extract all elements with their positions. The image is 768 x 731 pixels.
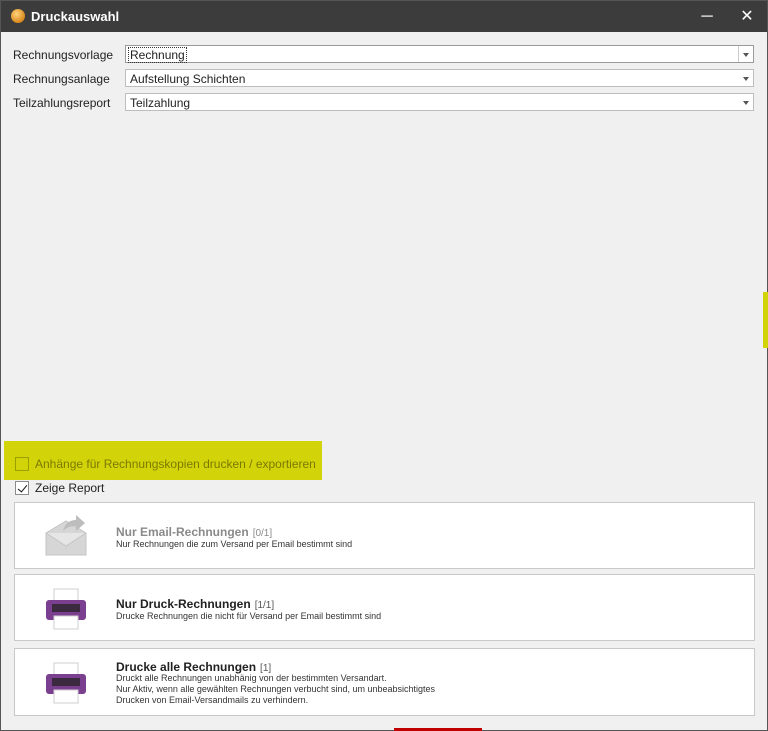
print-invoices-title: Nur Druck-Rechnungen [1/1] bbox=[116, 597, 275, 611]
scroll-accent bbox=[763, 292, 768, 348]
email-invoices-count: [0/1] bbox=[252, 528, 273, 539]
print-selection-dialog: Druckauswahl ─ ✕ Rechnungsvorlage Rechnu… bbox=[0, 0, 768, 731]
print-all-invoices-description: Druckt alle Rechnungen unabhänig von der… bbox=[116, 673, 436, 705]
invoice-attachment-value: Aufstellung Schichten bbox=[130, 72, 246, 86]
print-all-invoices-title: Drucke alle Rechnungen [1] bbox=[116, 660, 272, 674]
app-logo-icon bbox=[11, 9, 25, 23]
email-send-icon bbox=[45, 515, 87, 556]
email-invoices-button[interactable]: Nur Email-Rechnungen [0/1] Nur Rechnungen… bbox=[14, 502, 755, 569]
email-invoices-description: Nur Rechnungen die zum Versand per Email… bbox=[116, 539, 353, 549]
chevron-down-icon bbox=[743, 77, 749, 81]
close-button[interactable]: ✕ bbox=[727, 1, 767, 32]
title-bar[interactable]: Druckauswahl ─ ✕ bbox=[1, 1, 767, 32]
show-report-checkbox[interactable] bbox=[15, 481, 29, 495]
invoice-template-value: Rechnung bbox=[128, 47, 187, 63]
printer-icon bbox=[46, 662, 86, 704]
invoice-template-select[interactable]: Rechnung bbox=[125, 45, 754, 63]
show-report-checkbox-label: Zeige Report bbox=[35, 481, 105, 495]
email-invoices-title: Nur Email-Rechnungen [0/1] bbox=[116, 525, 273, 539]
print-all-invoices-button[interactable]: Drucke alle Rechnungen [1] Druckt alle Re… bbox=[14, 648, 755, 716]
attachments-checkbox-label: Anhänge für Rechnungskopien drucken / ex… bbox=[35, 457, 316, 471]
partial-payment-select[interactable]: Teilzahlung bbox=[125, 93, 754, 111]
chevron-down-icon bbox=[743, 53, 749, 57]
print-invoices-count: [1/1] bbox=[254, 600, 275, 611]
print-invoices-button[interactable]: Nur Druck-Rechnungen [1/1] Drucke Rechnun… bbox=[14, 574, 755, 641]
window-title: Druckauswahl bbox=[31, 9, 120, 24]
minimize-button[interactable]: ─ bbox=[687, 1, 727, 32]
partial-payment-label: Teilzahlungsreport bbox=[13, 96, 111, 110]
invoice-template-label: Rechnungsvorlage bbox=[13, 48, 114, 62]
printer-icon bbox=[46, 588, 86, 630]
partial-payment-value: Teilzahlung bbox=[130, 96, 191, 110]
invoice-attachment-label: Rechnungsanlage bbox=[13, 72, 110, 86]
chevron-down-icon bbox=[743, 101, 749, 105]
print-invoices-description: Drucke Rechnungen die nicht für Versand … bbox=[116, 611, 382, 621]
attachments-checkbox[interactable] bbox=[15, 457, 29, 471]
invoice-attachment-select[interactable]: Aufstellung Schichten bbox=[125, 69, 754, 87]
